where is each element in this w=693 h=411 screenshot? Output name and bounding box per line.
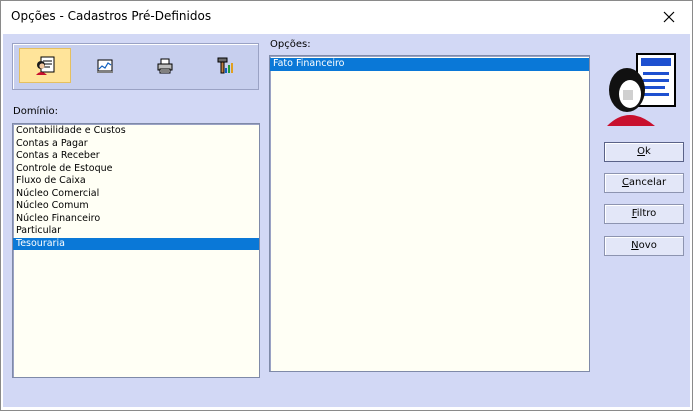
list-item-selected[interactable]: Tesouraria — [13, 237, 259, 250]
dialog-client-area: Domínio: Contabilidade e Custos Contas a… — [3, 34, 690, 407]
title-bar[interactable]: Opções - Cadastros Pré-Definidos — [1, 1, 692, 33]
tools-icon — [217, 57, 233, 73]
list-item[interactable]: Núcleo Comum — [13, 200, 259, 213]
user-card-button[interactable] — [19, 48, 71, 83]
tools-button[interactable] — [199, 48, 251, 83]
chart-icon — [97, 59, 113, 73]
new-mnemonic: N — [631, 240, 639, 251]
new-button[interactable]: Novo — [604, 236, 684, 256]
filter-label: iltro — [636, 208, 657, 219]
dialog-window: Opções - Cadastros Pré-Definidos Domínio… — [0, 0, 693, 411]
list-item-selected[interactable]: Fato Financeiro — [270, 58, 589, 71]
ok-mnemonic: O — [637, 146, 646, 157]
list-item[interactable]: Núcleo Comercial — [13, 188, 259, 201]
ok-button[interactable]: Ok — [604, 142, 684, 162]
list-item[interactable]: Fluxo de Caixa — [13, 175, 259, 188]
cadastros-logo — [603, 48, 681, 128]
list-item[interactable]: Contas a Pagar — [13, 138, 259, 151]
printer-button[interactable] — [139, 48, 191, 83]
printer-icon — [157, 58, 173, 73]
list-item[interactable]: Particular — [13, 225, 259, 238]
list-item[interactable]: Controle de Estoque — [13, 163, 259, 176]
opcoes-listbox[interactable]: Fato Financeiro — [269, 55, 590, 372]
list-item[interactable]: Núcleo Financeiro — [13, 213, 259, 226]
dominio-listbox[interactable]: Contabilidade e Custos Contas a Pagar Co… — [12, 123, 260, 378]
dominio-label: Domínio: — [13, 106, 58, 117]
cancel-button[interactable]: Cancelar — [604, 173, 684, 193]
list-item[interactable]: Contabilidade e Custos — [13, 125, 259, 138]
cancel-mnemonic: C — [621, 177, 629, 188]
cancel-label: ancelar — [628, 177, 667, 188]
user-card-icon — [36, 56, 55, 75]
window-title: Opções - Cadastros Pré-Definidos — [11, 9, 212, 23]
filter-button[interactable]: Filtro — [604, 204, 684, 224]
category-toolbar — [12, 43, 259, 90]
user-card-logo-icon — [607, 53, 676, 126]
close-icon — [663, 11, 675, 23]
chart-button[interactable] — [79, 48, 131, 83]
opcoes-label: Opções: — [270, 39, 311, 50]
new-label: ovo — [638, 240, 657, 251]
list-item[interactable]: Contas a Receber — [13, 150, 259, 163]
ok-label: k — [645, 146, 651, 157]
close-button[interactable] — [646, 1, 692, 33]
